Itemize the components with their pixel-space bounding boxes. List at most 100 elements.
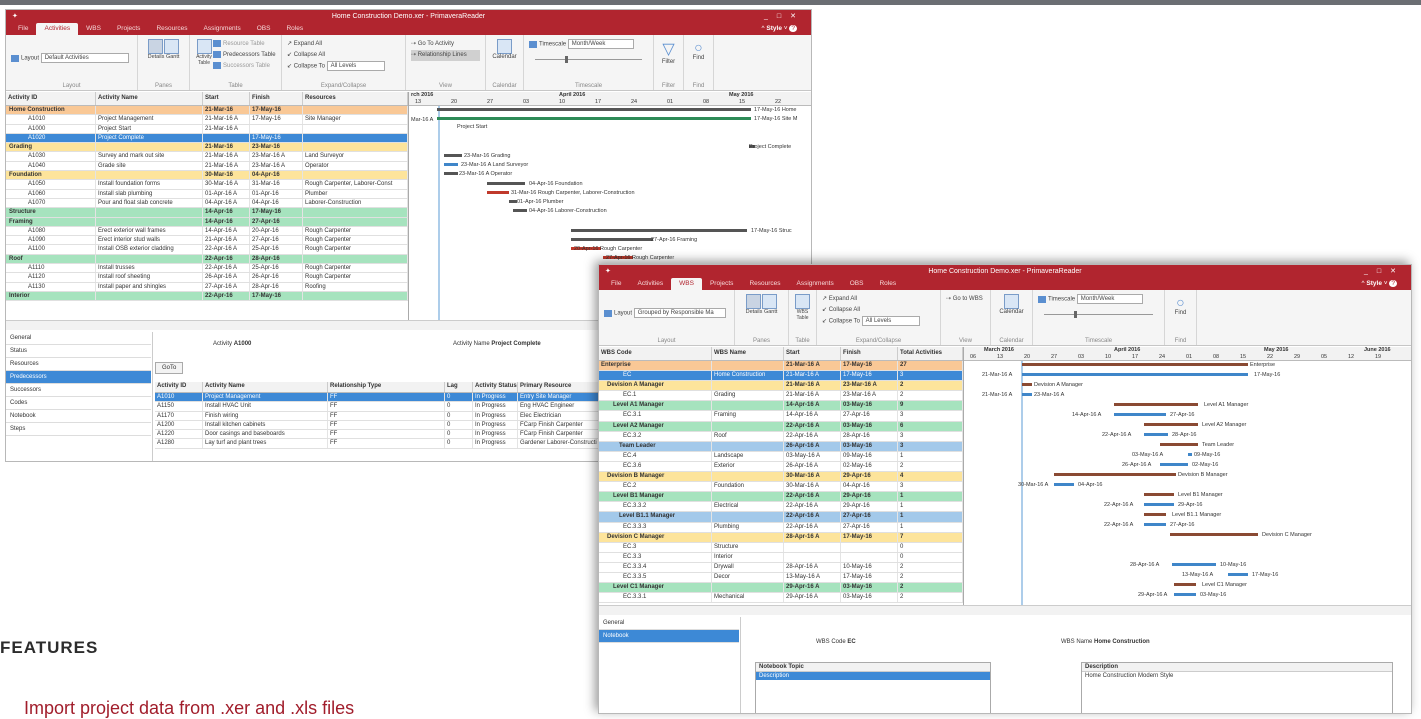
menu-file[interactable]: File [10, 23, 36, 35]
style-menu[interactable]: ^ Style ˅ ? [754, 23, 805, 35]
menu-activities[interactable]: Activities [36, 23, 79, 35]
table-row[interactable]: Level C1 Manager 29-Apr-16 A 03-May-16 2 [599, 583, 963, 594]
gantt-bar[interactable] [1174, 593, 1196, 596]
collapse-all-button[interactable]: ↙ Collapse All [822, 305, 935, 316]
menu-wbs[interactable]: WBS [78, 23, 109, 35]
table-row[interactable]: A1120 Install roof sheeting 26-Apr-16 A 26-… [6, 273, 408, 283]
table-row[interactable]: Interior 22-Apr-16 17-May-16 [6, 291, 408, 302]
horizontal-scrollbar[interactable] [599, 605, 1411, 615]
menu-wbs[interactable]: WBS [671, 278, 702, 290]
table-row[interactable]: EC.3.3.1 Mechanical 29-Apr-16 A 03-May-16 2 [599, 593, 963, 604]
tab-codes[interactable]: Codes [6, 397, 151, 410]
notebook-topic-list[interactable]: Notebook Topic Description [755, 662, 991, 713]
gantt-bar[interactable] [1022, 383, 1032, 386]
table-row[interactable]: Grading 21-Mar-16 23-Mar-16 [6, 143, 408, 153]
wbs-gantt[interactable]: March 2016 April 2016 May 2016 June 2016 06 1… [963, 347, 1411, 605]
gantt-bar[interactable] [1172, 563, 1216, 566]
gantt-bar[interactable] [437, 117, 751, 120]
gantt-pane-icon[interactable] [762, 294, 778, 309]
gantt-bar[interactable] [1114, 413, 1166, 416]
gantt-bar[interactable] [1174, 583, 1196, 586]
table-row[interactable]: A1000 Project Start 21-Mar-16 A [6, 124, 408, 134]
gantt-bar[interactable] [1144, 433, 1168, 436]
menu-projects[interactable]: Projects [702, 278, 741, 290]
table-row[interactable]: A1050 Install foundation forms 30-Mar-16 A… [6, 180, 408, 190]
table-row[interactable]: EC.3.1 Framing 14-Apr-16 A 27-Apr-16 3 [599, 411, 963, 422]
zoom-slider[interactable] [535, 55, 642, 63]
gantt-bar[interactable] [571, 229, 747, 232]
gantt-bar[interactable] [1022, 363, 1248, 366]
tab-general[interactable]: General [599, 617, 739, 630]
table-row[interactable]: Level B1.1 Manager 22-Apr-16 A 27-Apr-16 1 [599, 512, 963, 523]
gantt-bar[interactable] [513, 209, 527, 212]
go-to-wbs-button[interactable]: ⇢ Go to WBS [946, 294, 985, 305]
table-row[interactable]: Structure 14-Apr-16 17-May-16 [6, 208, 408, 218]
table-row[interactable]: A1110 Install trusses 22-Apr-16 A 25-Apr-16… [6, 264, 408, 274]
tab-general[interactable]: General [6, 332, 151, 345]
table-row[interactable]: A1090 Erect interior stud walls 21-Apr-16 … [6, 236, 408, 246]
find-icon[interactable]: ○ [694, 39, 702, 55]
tab-notebook[interactable]: Notebook [599, 630, 739, 643]
gantt-bar[interactable] [487, 182, 525, 185]
relationship-lines-toggle[interactable]: ⇢ Relationship Lines [411, 50, 480, 61]
tab-predecessors[interactable]: Predecessors [6, 371, 151, 384]
table-row[interactable]: Framing 14-Apr-16 27-Apr-16 [6, 217, 408, 227]
window-controls[interactable]: _□✕ [764, 10, 805, 23]
table-row[interactable]: A1080 Erect exterior wall frames 14-Apr-16… [6, 226, 408, 237]
gantt-bar[interactable] [437, 108, 751, 111]
find-icon[interactable]: ○ [1176, 294, 1184, 310]
gantt-bar[interactable] [1170, 533, 1258, 536]
gantt-bar[interactable] [1022, 373, 1248, 376]
table-row[interactable]: EC.3.3.5 Decor 13-May-16 A 17-May-16 2 [599, 572, 963, 584]
gantt-bar[interactable] [1144, 493, 1174, 496]
gantt-bar[interactable] [487, 191, 509, 194]
gantt-bar[interactable] [1054, 473, 1176, 476]
calendar-icon[interactable] [497, 39, 512, 54]
table-row[interactable]: A1100 Install OSB exterior cladding 22-Apr… [6, 245, 408, 255]
tab-status[interactable]: Status [6, 345, 151, 358]
table-row[interactable]: Enterprise 21-Mar-16 A 17-May-16 27 [599, 361, 963, 372]
menu-assignments[interactable]: Assignments [196, 23, 249, 35]
table-row[interactable]: EC.3.2 Roof 22-Apr-16 A 28-Apr-16 3 [599, 431, 963, 442]
menu-obs[interactable]: OBS [842, 278, 872, 290]
table-row[interactable]: Home Construction 21-Mar-16 17-May-16 [6, 106, 408, 116]
notebook-topic-item[interactable]: Description [756, 672, 990, 680]
menu-roles[interactable]: Roles [871, 278, 904, 290]
calendar-icon[interactable] [1004, 294, 1019, 309]
gantt-bar[interactable] [1160, 443, 1198, 446]
gantt-bar[interactable] [1144, 423, 1198, 426]
table-row[interactable]: Roof 22-Apr-16 28-Apr-16 [6, 254, 408, 265]
window-controls[interactable]: _□✕ [1364, 265, 1405, 278]
table-row[interactable]: A1040 Grade site 21-Mar-16 A 23-Mar-16 A Ope… [6, 161, 408, 172]
collapse-to-dropdown[interactable]: All Levels [861, 316, 920, 326]
style-menu[interactable]: ^ Style ˅ ? [1354, 278, 1405, 290]
table-row[interactable]: EC.1 Grading 21-Mar-16 A 23-Mar-16 A2 [599, 391, 963, 402]
goto-button[interactable]: GoTo [155, 362, 184, 374]
gantt-bar[interactable] [444, 172, 458, 175]
table-row[interactable]: Level A1 Manager 14-Apr-16 A 03-May-16 9 [599, 401, 963, 412]
menu-assignments[interactable]: Assignments [789, 278, 842, 290]
gantt-pane-icon[interactable] [164, 39, 180, 54]
table-row[interactable]: A1130 Install paper and shingles 27-Apr-16… [6, 282, 408, 292]
expand-all-button[interactable]: ↗ Expand All [822, 294, 935, 305]
table-row[interactable]: A1060 Install slab plumbing 01-Apr-16 A 01-… [6, 189, 408, 199]
tab-steps[interactable]: Steps [6, 423, 151, 436]
table-row[interactable]: EC.3.6 Exterior 26-Apr-16 A 02-May-16 2 [599, 461, 963, 473]
gantt-bar[interactable] [1022, 393, 1032, 396]
collapse-to-dropdown[interactable]: All Levels [326, 61, 385, 71]
table-row[interactable]: EC.3.3 Interior 0 [599, 552, 963, 563]
timescale-dropdown[interactable]: Month/Week [1076, 294, 1143, 304]
details-pane-icon[interactable] [147, 39, 163, 54]
table-row[interactable]: A1010 Project Management 21-Mar-16 A 17-May… [6, 115, 408, 125]
table-row[interactable]: EC.3 Structure 0 [599, 542, 963, 553]
gantt-bar[interactable] [1160, 463, 1188, 466]
gantt-bar[interactable] [1054, 483, 1074, 486]
details-pane-icon[interactable] [745, 294, 761, 309]
expand-all-button[interactable]: ↗ Expand All [287, 39, 400, 50]
table-row[interactable]: Level A2 Manager 22-Apr-16 A 03-May-16 6 [599, 421, 963, 432]
menu-resources[interactable]: Resources [741, 278, 788, 290]
table-row[interactable]: A1030 Survey and mark out site 21-Mar-16 A… [6, 152, 408, 162]
table-row[interactable]: EC Home Construction 21-Mar-16 A 17-May-16 3 [599, 371, 963, 382]
table-row[interactable]: EC.3.3.2 Electrical 22-Apr-16 A 29-Apr-16 1 [599, 502, 963, 513]
gantt-bar[interactable] [509, 200, 517, 203]
